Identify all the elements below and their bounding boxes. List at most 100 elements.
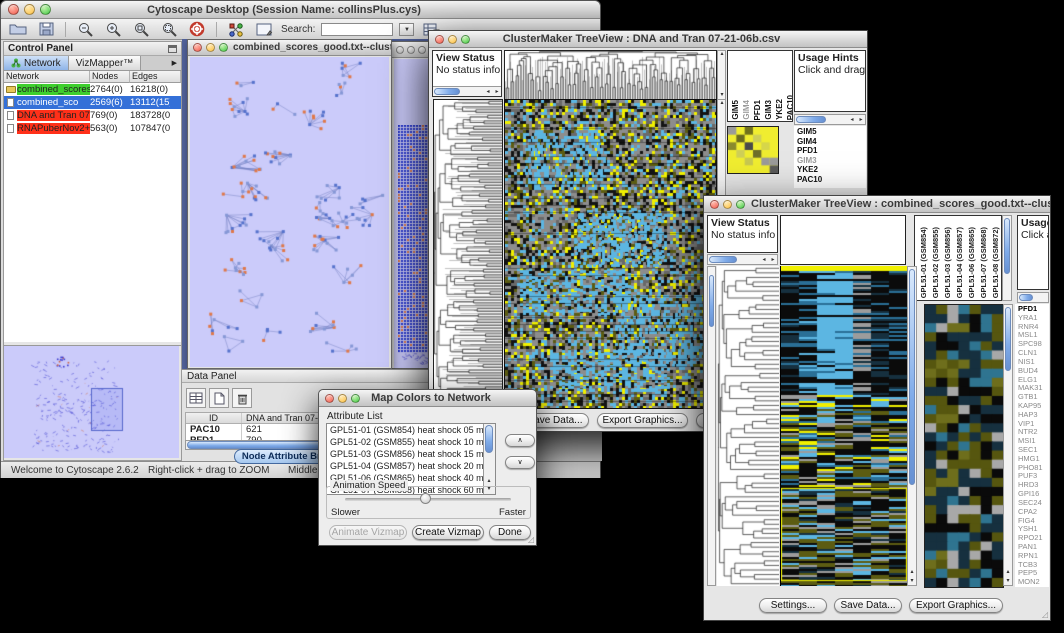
network-list-row[interactable]: RNAPuberNov2+563(0)107847(0)	[4, 122, 181, 135]
select-attributes-button[interactable]	[186, 388, 206, 408]
close-icon[interactable]	[193, 43, 202, 52]
attribute-list-item[interactable]: GPL51-03 (GSM856) heat shock 15 min	[327, 448, 495, 460]
network-view-frame[interactable]: combined_scores_good.txt--cluste...	[187, 39, 392, 369]
scroll-down-icon[interactable]: ▾	[718, 92, 726, 99]
col-edges[interactable]: Edges	[130, 71, 181, 83]
tv1-gene-dendrogram[interactable]	[433, 99, 503, 409]
scroll-up-icon[interactable]: ▴	[908, 569, 916, 576]
view-status-hscrollbar[interactable]: ◂ ▸	[433, 86, 501, 97]
network-overview-canvas[interactable]	[4, 346, 179, 458]
scroll-right-icon[interactable]: ▸	[769, 257, 777, 264]
id-column-header[interactable]: ID	[186, 413, 242, 423]
scroll-up-icon[interactable]: ▴	[1004, 569, 1012, 576]
minimize-icon[interactable]	[407, 46, 415, 54]
tab-vizmapper[interactable]: VizMapper™	[69, 56, 142, 70]
minimize-icon[interactable]	[24, 4, 35, 15]
tv2-zoom-heatmap[interactable]	[924, 304, 1004, 588]
resize-grip-icon[interactable]: ◿	[1042, 610, 1048, 619]
tv2-heatmap-vscrollbar[interactable]: ▴ ▾	[907, 266, 917, 586]
zoom-window-icon[interactable]	[461, 35, 470, 44]
close-icon[interactable]	[8, 4, 19, 15]
move-up-button[interactable]: ∧	[505, 434, 535, 447]
new-attribute-button[interactable]	[209, 388, 229, 408]
tv2-zoom-vscrollbar[interactable]: ▴ ▾	[1003, 304, 1013, 586]
scroll-down-icon[interactable]: ▾	[1004, 578, 1012, 585]
scroll-left-icon[interactable]: ◂	[848, 117, 856, 124]
delete-attribute-trash-icon[interactable]	[232, 388, 252, 408]
tv2-save-data-button[interactable]: Save Data...	[834, 598, 902, 613]
main-titlebar[interactable]: Cytoscape Desktop (Session Name: collins…	[1, 1, 600, 19]
network-list-row[interactable]: combined_scores2764(0)16218(0)	[4, 83, 181, 96]
animate-vizmap-button[interactable]: Animate Vizmap	[329, 525, 407, 540]
search-dropdown-arrow[interactable]: ▼	[399, 23, 414, 36]
col-network[interactable]: Network	[4, 71, 90, 83]
attribute-list-item[interactable]: GPL51-02 (GSM855) heat shock 10 min	[327, 436, 495, 448]
minimize-icon[interactable]	[448, 35, 457, 44]
scrollbar-thumb[interactable]	[709, 275, 714, 327]
scrollbar-thumb[interactable]	[434, 88, 460, 95]
float-panel-icon[interactable]	[168, 45, 177, 53]
zoom-window-icon[interactable]	[351, 394, 360, 403]
zoom-selected-icon[interactable]	[130, 21, 152, 38]
tv1-column-dendrogram[interactable]	[504, 50, 717, 100]
close-icon[interactable]	[325, 394, 334, 403]
tv1-export-graphics-button[interactable]: Export Graphics...	[597, 413, 688, 428]
scrollbar-thumb[interactable]	[709, 256, 737, 263]
dialog-titlebar[interactable]: Map Colors to Network	[319, 390, 536, 407]
tv1-heatmap[interactable]	[504, 99, 717, 409]
network-frame-titlebar[interactable]: combined_scores_good.txt--cluste...	[188, 40, 391, 56]
minimize-icon[interactable]	[206, 43, 215, 52]
save-session-button[interactable]	[35, 21, 57, 38]
network-list-row[interactable]: combined_sco2569(6)13112(15)	[4, 96, 181, 109]
zoom-window-icon[interactable]	[418, 46, 426, 54]
scroll-up-icon[interactable]: ▴	[718, 51, 726, 58]
tv2-collabel-vscrollbar[interactable]	[1002, 215, 1012, 301]
tv2-left-vscrollbar[interactable]	[707, 266, 716, 586]
scroll-left-icon[interactable]: ◂	[760, 257, 768, 264]
treeview2-titlebar[interactable]: ClusterMaker TreeView : combined_scores_…	[704, 196, 1050, 213]
scrollbar-thumb[interactable]	[1005, 307, 1011, 371]
scroll-right-icon[interactable]: ▸	[493, 89, 501, 96]
tab-network[interactable]: Network	[4, 56, 69, 70]
attribute-list-item[interactable]: GPL51-01 (GSM854) heat shock 05 min	[327, 424, 495, 436]
open-file-button[interactable]	[7, 21, 29, 38]
close-icon[interactable]	[435, 35, 444, 44]
tab-overflow-arrow[interactable]: ▶	[141, 56, 181, 70]
scroll-up-icon[interactable]: ▴	[485, 478, 493, 485]
tv2-column-tree-area[interactable]	[780, 215, 906, 265]
col-nodes[interactable]: Nodes	[90, 71, 130, 83]
scrollbar-thumb[interactable]	[796, 116, 826, 123]
done-button[interactable]: Done	[489, 525, 531, 540]
zoom-window-icon[interactable]	[219, 43, 228, 52]
scrollbar-thumb[interactable]	[485, 425, 493, 453]
tv2-settings-button[interactable]: Settings...	[759, 598, 827, 613]
zoom-fit-icon[interactable]	[158, 21, 180, 38]
tv2-export-graphics-button[interactable]: Export Graphics...	[909, 598, 1003, 613]
minimize-icon[interactable]	[723, 200, 732, 209]
tv1-zoom-heatmap[interactable]	[727, 126, 779, 174]
scroll-right-icon[interactable]: ▸	[857, 117, 865, 124]
network-list-row[interactable]: DNA and Tran 07769(0)183728(0)	[4, 109, 181, 122]
tv2-usage-hscrollbar[interactable]	[1017, 292, 1049, 303]
slider-thumb[interactable]	[420, 493, 431, 504]
treeview1-titlebar[interactable]: ClusterMaker TreeView : DNA and Tran 07-…	[429, 31, 867, 48]
annotation-icon[interactable]	[253, 21, 275, 38]
attribute-list-vscrollbar[interactable]: ▴ ▾	[483, 424, 495, 494]
scroll-down-icon[interactable]: ▾	[908, 578, 916, 585]
scrollbar-thumb[interactable]	[1019, 294, 1033, 301]
tv2-heatmap[interactable]	[780, 266, 907, 586]
network-graph-canvas[interactable]	[190, 57, 389, 367]
minimize-icon[interactable]	[338, 394, 347, 403]
network-overview-panel[interactable]	[4, 345, 181, 459]
scroll-up-icon[interactable]: ▴	[718, 100, 726, 107]
tv2-status-hscrollbar[interactable]: ◂ ▸	[707, 254, 778, 265]
attribute-list-item[interactable]: GPL51-04 (GSM857) heat shock 20 min	[327, 460, 495, 472]
scroll-left-icon[interactable]: ◂	[484, 89, 492, 96]
tv1-coltree-scrollbar[interactable]: ▴ ▾	[717, 50, 726, 100]
dense-network-canvas[interactable]	[398, 125, 431, 365]
tv1-usage-hscrollbar[interactable]: ◂ ▸	[794, 114, 866, 125]
zoom-out-icon[interactable]	[74, 21, 96, 38]
resize-grip-icon[interactable]: ◿	[528, 535, 534, 544]
help-lifering-icon[interactable]	[186, 21, 208, 38]
scrollbar-thumb[interactable]	[909, 269, 915, 485]
